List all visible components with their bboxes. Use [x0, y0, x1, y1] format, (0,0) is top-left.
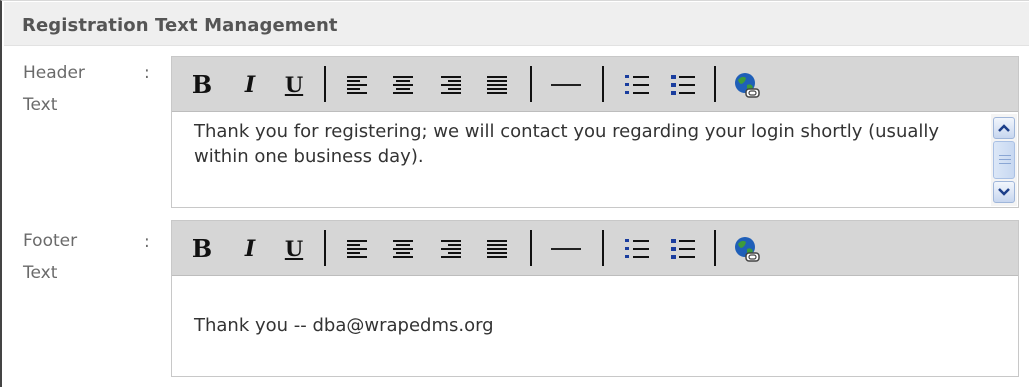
scroll-up-button[interactable] [993, 117, 1015, 139]
footer-text-content[interactable]: Thank you -- dba@wrapedms.org [194, 313, 972, 338]
toolbar-separator [530, 230, 532, 266]
toolbar-separator [324, 230, 326, 266]
chevron-up-icon [998, 124, 1010, 132]
align-justify-icon[interactable] [480, 57, 514, 112]
scroll-thumb[interactable] [993, 141, 1015, 179]
insert-link-globe-icon[interactable] [730, 221, 764, 276]
bold-button[interactable]: B [188, 221, 216, 276]
toolbar-separator [324, 66, 326, 102]
footer-text-editor[interactable]: B I U Thank you -- dba@wrapedms.org [171, 220, 1019, 377]
align-right-icon[interactable] [434, 221, 468, 276]
toolbar-separator [602, 66, 604, 102]
horizontal-rule-icon[interactable] [546, 221, 586, 276]
header-text-label: Header Text [23, 63, 85, 115]
header-colon: : [144, 63, 150, 83]
scroll-down-button[interactable] [993, 181, 1015, 203]
toolbar-separator [530, 66, 532, 102]
toolbar-separator [714, 230, 716, 266]
footer-text-label: Footer Text [23, 231, 78, 283]
align-left-icon[interactable] [340, 221, 374, 276]
registration-text-panel: Registration Text Management Header Text… [0, 0, 1029, 387]
panel-header: Registration Text Management [4, 2, 1029, 46]
underline-button[interactable]: U [280, 221, 308, 276]
underline-button[interactable]: U [280, 57, 308, 112]
chevron-down-icon [998, 188, 1010, 196]
ordered-list-icon[interactable] [620, 221, 654, 276]
unordered-list-icon[interactable] [666, 57, 700, 112]
footer-colon: : [144, 232, 150, 252]
align-center-icon[interactable] [386, 57, 420, 112]
header-scrollbar[interactable] [991, 114, 1017, 206]
footer-editor-toolbar: B I U [172, 221, 1018, 276]
header-text-content[interactable]: Thank you for registering; we will conta… [194, 119, 972, 169]
align-left-icon[interactable] [340, 57, 374, 112]
panel-title: Registration Text Management [22, 15, 338, 36]
bold-button[interactable]: B [188, 57, 216, 112]
header-editor-toolbar: B I U [172, 57, 1018, 112]
insert-link-globe-icon[interactable] [730, 57, 764, 112]
ordered-list-icon[interactable] [620, 57, 654, 112]
italic-button[interactable]: I [236, 57, 264, 112]
italic-button[interactable]: I [236, 221, 264, 276]
unordered-list-icon[interactable] [666, 221, 700, 276]
header-text-editor[interactable]: B I U Thank you for registering; we will… [171, 56, 1019, 208]
toolbar-separator [602, 230, 604, 266]
align-right-icon[interactable] [434, 57, 468, 112]
toolbar-separator [714, 66, 716, 102]
align-center-icon[interactable] [386, 221, 420, 276]
horizontal-rule-icon[interactable] [546, 57, 586, 112]
align-justify-icon[interactable] [480, 221, 514, 276]
